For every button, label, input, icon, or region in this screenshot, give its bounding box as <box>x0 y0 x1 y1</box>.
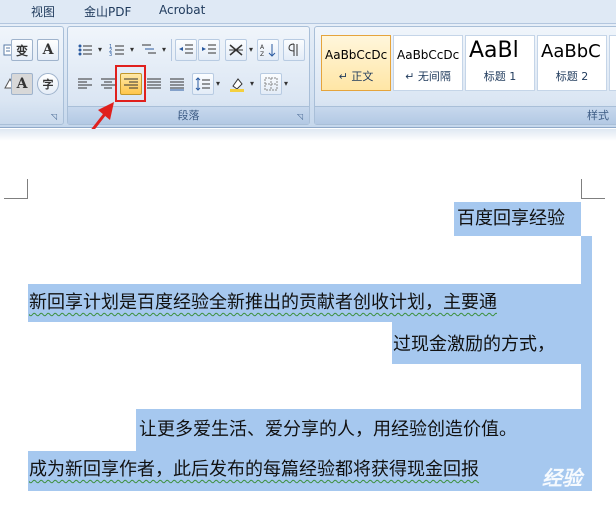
distributed-icon[interactable] <box>166 73 188 95</box>
svg-text:3: 3 <box>109 52 112 58</box>
chinese-layout-dropdown-icon[interactable]: ▾ <box>246 39 256 61</box>
bullets-dropdown-icon[interactable]: ▾ <box>95 39 105 61</box>
line-spacing-dropdown-icon[interactable]: ▾ <box>213 73 223 95</box>
chinese-layout-icon[interactable] <box>225 39 247 61</box>
character-shading-button[interactable]: A <box>11 73 33 95</box>
doc-paragraph-line[interactable]: 过现金激励的方式， <box>393 328 555 362</box>
paragraph-dialog-launcher-icon[interactable]: ◹ <box>297 112 307 122</box>
tab-wps-pdf[interactable]: 金山PDF <box>84 3 131 20</box>
increase-indent-icon[interactable] <box>198 39 220 61</box>
style-normal-label: ↵ 正文 <box>338 70 374 83</box>
document-page[interactable]: 百度回享经验 新回享计划是百度经验全新推出的贡献者创收计划，主要通 过现金激励的… <box>0 129 616 511</box>
phonetic-guide-button[interactable]: 变 <box>11 39 33 61</box>
style-heading-2-sample: AaBbC <box>541 41 601 62</box>
margin-corner-right <box>581 179 605 199</box>
sort-icon[interactable]: AZ <box>257 39 279 61</box>
watermark-url: jingyan.baidu.com <box>504 494 606 507</box>
doc-paragraph-line[interactable]: 成为新回享作者，此后发布的每篇经验都将获得现金回报 <box>29 453 479 487</box>
borders-icon[interactable] <box>260 73 282 95</box>
page-top-shadow <box>0 129 616 141</box>
line-spacing-icon[interactable] <box>192 73 214 95</box>
justify-icon[interactable] <box>143 73 165 95</box>
style-heading-1-label: 标题 1 <box>483 70 517 83</box>
selection <box>581 236 592 284</box>
style-heading-1[interactable]: AaBl 标题 1 <box>465 35 535 91</box>
shading-dropdown-icon[interactable]: ▾ <box>247 73 257 95</box>
style-no-spacing-label: ↵ 无间隔 <box>405 70 451 83</box>
phonetic-guide-label: 变 <box>15 43 28 58</box>
doc-paragraph-text: 新回享计划是百度经验全新推出的贡献者创收计划，主要通 <box>29 292 497 313</box>
align-left-icon[interactable] <box>74 73 96 95</box>
character-shading-label: A <box>16 76 28 92</box>
enclose-characters-label: 字 <box>42 78 54 91</box>
numbering-dropdown-icon[interactable]: ▾ <box>127 39 137 61</box>
tab-view[interactable]: 视图 <box>31 3 55 20</box>
styles-group: AaBbCcDc ↵ 正文 AaBbCcDc ↵ 无间隔 AaBl 标题 1 A… <box>314 26 616 125</box>
style-heading-1-sample: AaBl <box>469 38 519 63</box>
doc-title[interactable]: 百度回享经验 <box>457 202 565 236</box>
font-group: 变 A A 字 ◹ <box>0 26 64 125</box>
style-more[interactable] <box>609 35 616 91</box>
style-no-spacing-sample: AaBbCcDc <box>397 48 460 62</box>
shading-icon[interactable] <box>226 73 248 95</box>
enclose-characters-button[interactable]: 字 <box>37 73 59 95</box>
character-border-button[interactable]: A <box>37 39 59 61</box>
word-window: 视图 金山PDF Acrobat 变 A A 字 ◹ ▾ 1 2 3 ▾ ▾ ▾… <box>0 0 616 511</box>
tab-acrobat[interactable]: Acrobat <box>159 3 205 17</box>
selection <box>581 364 592 409</box>
multilevel-list-icon[interactable] <box>138 39 160 61</box>
svg-text:Z: Z <box>260 51 264 58</box>
font-dialog-launcher-icon[interactable]: ◹ <box>51 112 61 122</box>
show-paragraph-marks-icon[interactable] <box>283 39 305 61</box>
character-border-label: A <box>42 42 54 58</box>
bullets-icon[interactable] <box>74 39 96 61</box>
numbering-icon[interactable]: 123 <box>106 39 128 61</box>
margin-corner-left <box>4 179 28 199</box>
style-no-spacing[interactable]: AaBbCcDc ↵ 无间隔 <box>393 35 463 91</box>
highlight-box <box>115 65 146 102</box>
doc-paragraph-line[interactable]: 让更多爱生活、爱分享的人，用经验创造价值。 <box>139 413 517 447</box>
style-normal[interactable]: AaBbCcDc ↵ 正文 <box>321 35 391 91</box>
multilevel-list-dropdown-icon[interactable]: ▾ <box>159 39 169 61</box>
borders-dropdown-icon[interactable]: ▾ <box>281 73 291 95</box>
svg-text:A: A <box>260 44 265 51</box>
style-normal-sample: AaBbCcDc <box>325 48 388 62</box>
doc-paragraph-text: 成为新回享作者，此后发布的每篇经验都将获得现金回报 <box>29 459 479 480</box>
watermark-brand: 经验 <box>542 466 582 490</box>
ribbon-tab-bar: 视图 金山PDF Acrobat <box>0 0 616 24</box>
separator <box>171 39 172 61</box>
style-heading-2[interactable]: AaBbC 标题 2 <box>537 35 607 91</box>
styles-group-label: 样式 <box>315 106 616 124</box>
decrease-indent-icon[interactable] <box>175 39 197 61</box>
doc-paragraph-line[interactable]: 新回享计划是百度经验全新推出的贡献者创收计划，主要通 <box>29 286 497 320</box>
style-heading-2-label: 标题 2 <box>555 70 589 83</box>
